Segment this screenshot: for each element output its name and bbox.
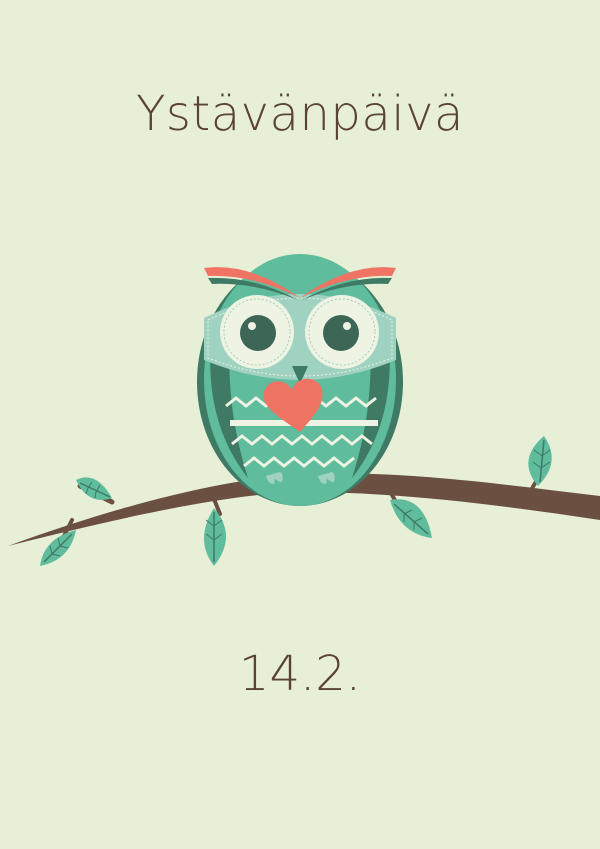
card-date: 14.2.	[238, 646, 362, 702]
eye-left	[220, 295, 294, 369]
eye-right	[305, 295, 379, 369]
leaf-icon	[76, 477, 112, 500]
owl-illustration	[8, 254, 600, 566]
leaf-icon	[204, 508, 226, 566]
leaf-icon	[528, 436, 552, 486]
leaf-icon	[390, 499, 432, 538]
